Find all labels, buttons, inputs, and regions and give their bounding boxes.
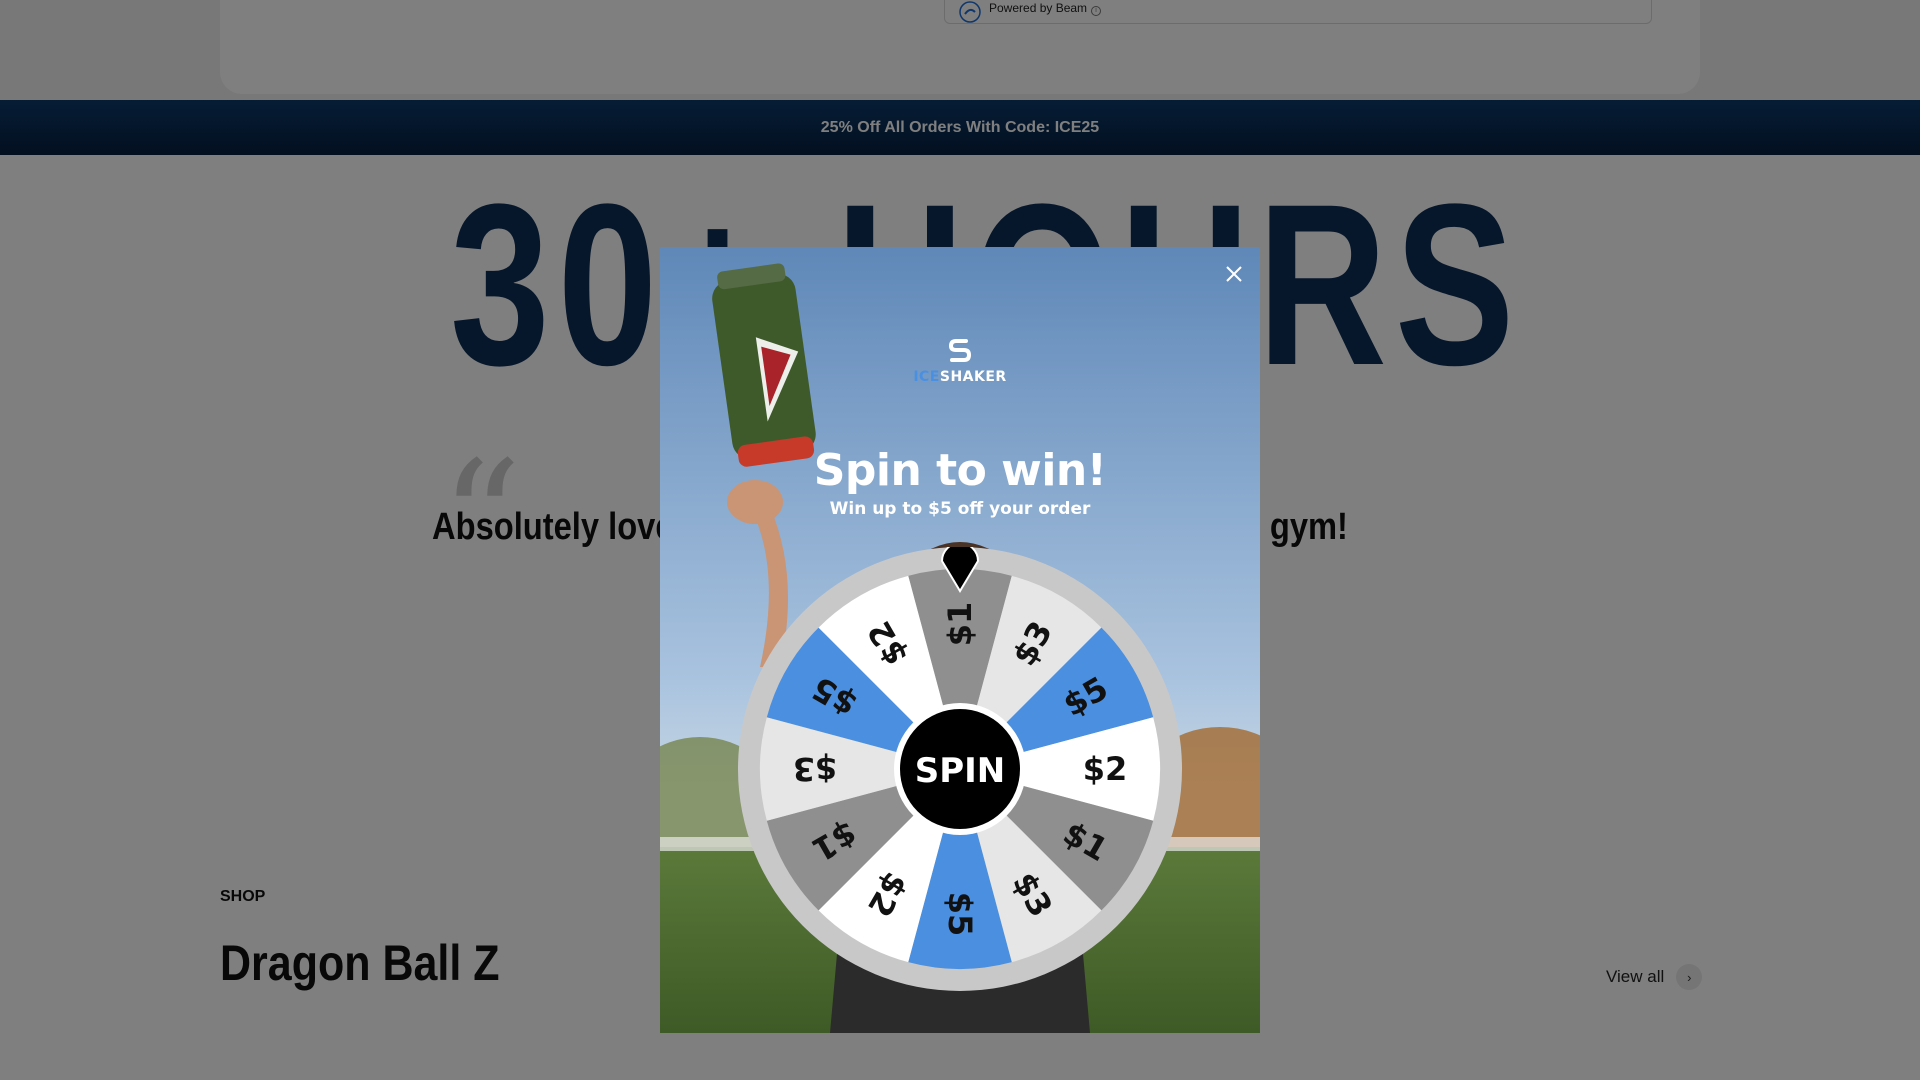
wheel-segment-label: $1 bbox=[941, 602, 979, 647]
spin-button[interactable]: SPIN bbox=[900, 709, 1020, 829]
brand-logo: ICESHAKER bbox=[910, 337, 1010, 387]
brand-word-ice: ICE bbox=[913, 369, 940, 385]
modal-title: Spin to win! bbox=[813, 445, 1107, 496]
close-icon bbox=[1226, 266, 1242, 282]
close-button[interactable] bbox=[1220, 260, 1248, 288]
brand-word-shaker: SHAKER bbox=[939, 369, 1007, 385]
page: Powered by Beami 25% Off All Orders With… bbox=[0, 0, 1920, 1080]
logo-mark-icon bbox=[948, 339, 972, 362]
wheel-segment-label: $2 bbox=[1083, 750, 1128, 788]
prize-wheel: $1 $3$5$2$1$3$5$2$1$3$5$2SPIN bbox=[738, 547, 1182, 991]
wheel-segment-label: $5 bbox=[941, 892, 979, 937]
spin-to-win-modal: ICESHAKER Spin to win! Win up to $5 off … bbox=[660, 247, 1260, 1033]
brand-wordmark: ICESHAKER bbox=[910, 369, 1010, 385]
spin-button-label: SPIN bbox=[915, 751, 1006, 791]
modal-subtitle: Win up to $5 off your order bbox=[829, 499, 1091, 519]
wheel-segment-label: $3 bbox=[793, 750, 838, 788]
